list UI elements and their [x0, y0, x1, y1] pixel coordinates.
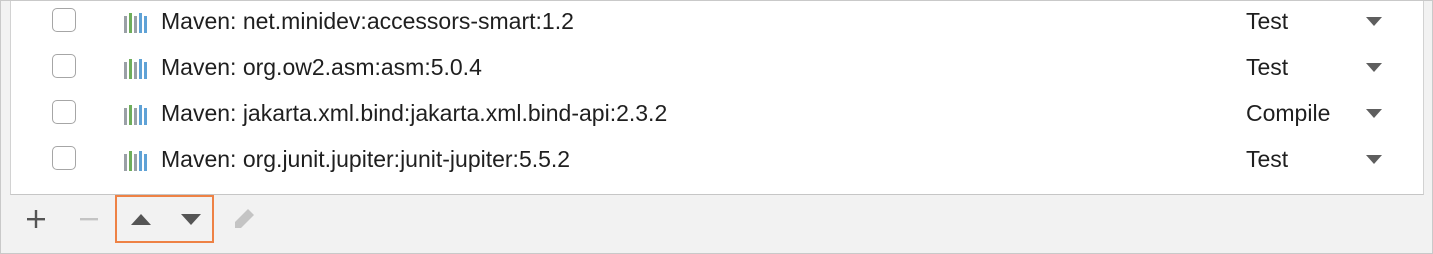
chevron-down-icon[interactable]: [1364, 15, 1384, 27]
dependency-row[interactable]: Maven: org.ow2.asm:asm:5.0.4 Test: [11, 50, 1423, 96]
library-bars-icon: [124, 151, 147, 171]
dependency-name: Maven: org.junit.jupiter:junit-jupiter:5…: [161, 146, 571, 172]
dependencies-list[interactable]: Maven: net.minidev:accessors-smart:1.2 T…: [10, 1, 1424, 195]
dependencies-toolbar: [10, 195, 1422, 247]
plus-icon[interactable]: [24, 207, 48, 231]
dependency-row[interactable]: Maven: net.minidev:accessors-smart:1.2 T…: [11, 4, 1423, 50]
dependency-name: Maven: net.minidev:accessors-smart:1.2: [161, 8, 574, 34]
dependency-row[interactable]: Maven: org.junit.jupiter:junit-jupiter:5…: [11, 142, 1423, 188]
library-bars-icon: [124, 105, 147, 125]
dependency-scope[interactable]: Compile: [1246, 100, 1330, 126]
triangle-up-icon[interactable]: [129, 207, 153, 231]
chevron-down-icon[interactable]: [1364, 153, 1384, 165]
chevron-down-icon[interactable]: [1364, 61, 1384, 73]
export-checkbox[interactable]: [52, 54, 76, 78]
dependency-row[interactable]: Maven: jakarta.xml.bind:jakarta.xml.bind…: [11, 96, 1423, 142]
export-checkbox[interactable]: [52, 146, 76, 170]
chevron-down-icon[interactable]: [1364, 107, 1384, 119]
minus-icon[interactable]: [77, 207, 101, 231]
dependency-scope[interactable]: Test: [1246, 54, 1288, 80]
library-bars-icon: [124, 59, 147, 79]
pencil-icon[interactable]: [232, 207, 256, 231]
dependencies-panel: Maven: net.minidev:accessors-smart:1.2 T…: [0, 0, 1433, 254]
dependency-scope[interactable]: Test: [1246, 146, 1288, 172]
export-checkbox[interactable]: [52, 100, 76, 124]
dependency-name: Maven: org.ow2.asm:asm:5.0.4: [161, 54, 482, 80]
triangle-down-icon[interactable]: [179, 207, 203, 231]
export-checkbox[interactable]: [52, 8, 76, 32]
dependency-name: Maven: jakarta.xml.bind:jakarta.xml.bind…: [161, 100, 668, 126]
library-bars-icon: [124, 13, 147, 33]
dependency-scope[interactable]: Test: [1246, 8, 1288, 34]
